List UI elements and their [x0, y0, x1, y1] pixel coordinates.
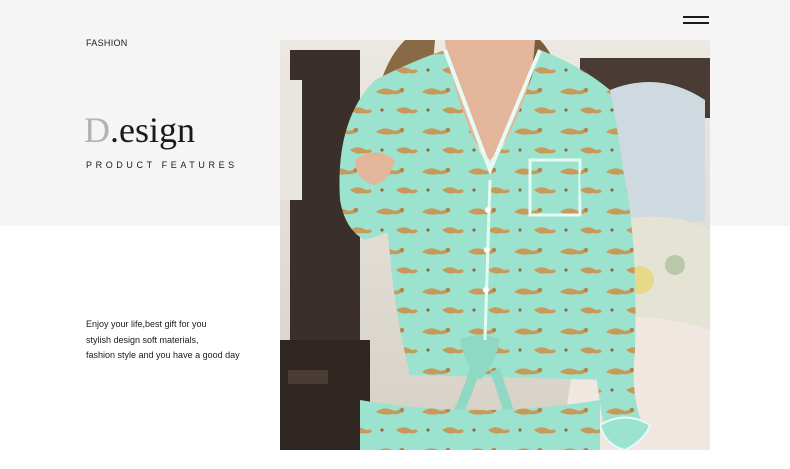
- pajama-model-illustration: [280, 40, 710, 450]
- description-text: Enjoy your life,best gift for you stylis…: [86, 317, 240, 364]
- title-rest: esign: [119, 110, 195, 150]
- product-photo: [280, 40, 710, 450]
- design-title: D.esign: [84, 108, 195, 152]
- description-line: stylish design soft materials,: [86, 334, 199, 345]
- description-line: fashion style and you have a good day: [86, 350, 240, 360]
- title-dot: .: [110, 110, 119, 150]
- hamburger-menu-icon[interactable]: [683, 15, 709, 27]
- product-features-subtitle: PRODUCT FEATURES: [86, 160, 238, 170]
- title-initial: D: [84, 110, 110, 150]
- section-label: FASHION: [86, 38, 128, 48]
- description-line: Enjoy your life,best gift for you: [86, 319, 207, 329]
